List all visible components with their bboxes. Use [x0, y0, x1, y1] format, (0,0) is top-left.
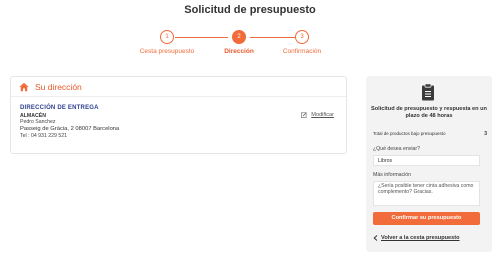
address-details: DIRECCIÓN DE ENTREGA ALMACÉN Pedro Sanch…: [11, 97, 346, 139]
address-card-header: Su dirección: [11, 77, 346, 97]
home-icon: [19, 82, 29, 91]
address-card: Su dirección DIRECCIÓN DE ENTREGA ALMACÉ…: [10, 76, 347, 154]
step-cesta-presupuesto[interactable]: 1 Cesta presupuesto: [132, 30, 202, 55]
sidebar-heading: Solicitud de presupuesto y respuesta en …: [371, 106, 487, 119]
modify-address-link[interactable]: Modificar: [301, 112, 334, 118]
total-products-label: Total de productos bajo presupuesto: [373, 131, 446, 136]
step-direccion[interactable]: 2 Dirección: [204, 30, 274, 55]
clipboard-icon: [422, 83, 434, 101]
confirm-quote-button[interactable]: Confirmar su presupuesto: [373, 212, 480, 225]
page-title: Solicitud de presupuesto: [184, 4, 316, 16]
delivery-title: DIRECCIÓN DE ENTREGA: [20, 105, 99, 111]
send-input[interactable]: Libros: [373, 155, 480, 166]
step-label: Dirección: [224, 48, 254, 55]
total-products-row: Total de productos bajo presupuesto 3: [373, 131, 487, 137]
step-number: 2: [232, 30, 246, 44]
step-number: 1: [160, 30, 174, 44]
step-label: Cesta presupuesto: [139, 48, 195, 55]
more-info-textarea[interactable]: ¿Sería posible tener cinta adhesiva como…: [373, 181, 480, 206]
chevron-left-icon: [373, 235, 378, 241]
back-link-label: Volver a la cesta presupuesto: [381, 235, 460, 241]
street-address: Passeig de Gràcia, 2 08007 Barcelona: [20, 125, 120, 132]
step-confirmacion[interactable]: 3 Confirmación: [267, 30, 337, 55]
more-info-label: Más información: [373, 172, 412, 178]
total-products-count: 3: [484, 131, 487, 137]
checkout-stepper: 1 Cesta presupuesto 2 Dirección 3 Confir…: [130, 30, 350, 60]
send-question-label: ¿Qué desea enviar?: [373, 146, 421, 152]
phone-number: Tel : 04 931 229 521: [20, 132, 68, 139]
back-to-cart-link[interactable]: Volver a la cesta presupuesto: [373, 235, 460, 241]
section-title: Su dirección: [35, 81, 82, 92]
modify-label: Modificar: [311, 112, 334, 118]
quote-summary-sidebar: Solicitud de presupuesto y respuesta en …: [366, 76, 492, 252]
step-number: 3: [295, 30, 309, 44]
edit-icon: [301, 112, 308, 118]
step-label: Confirmación: [282, 48, 322, 55]
